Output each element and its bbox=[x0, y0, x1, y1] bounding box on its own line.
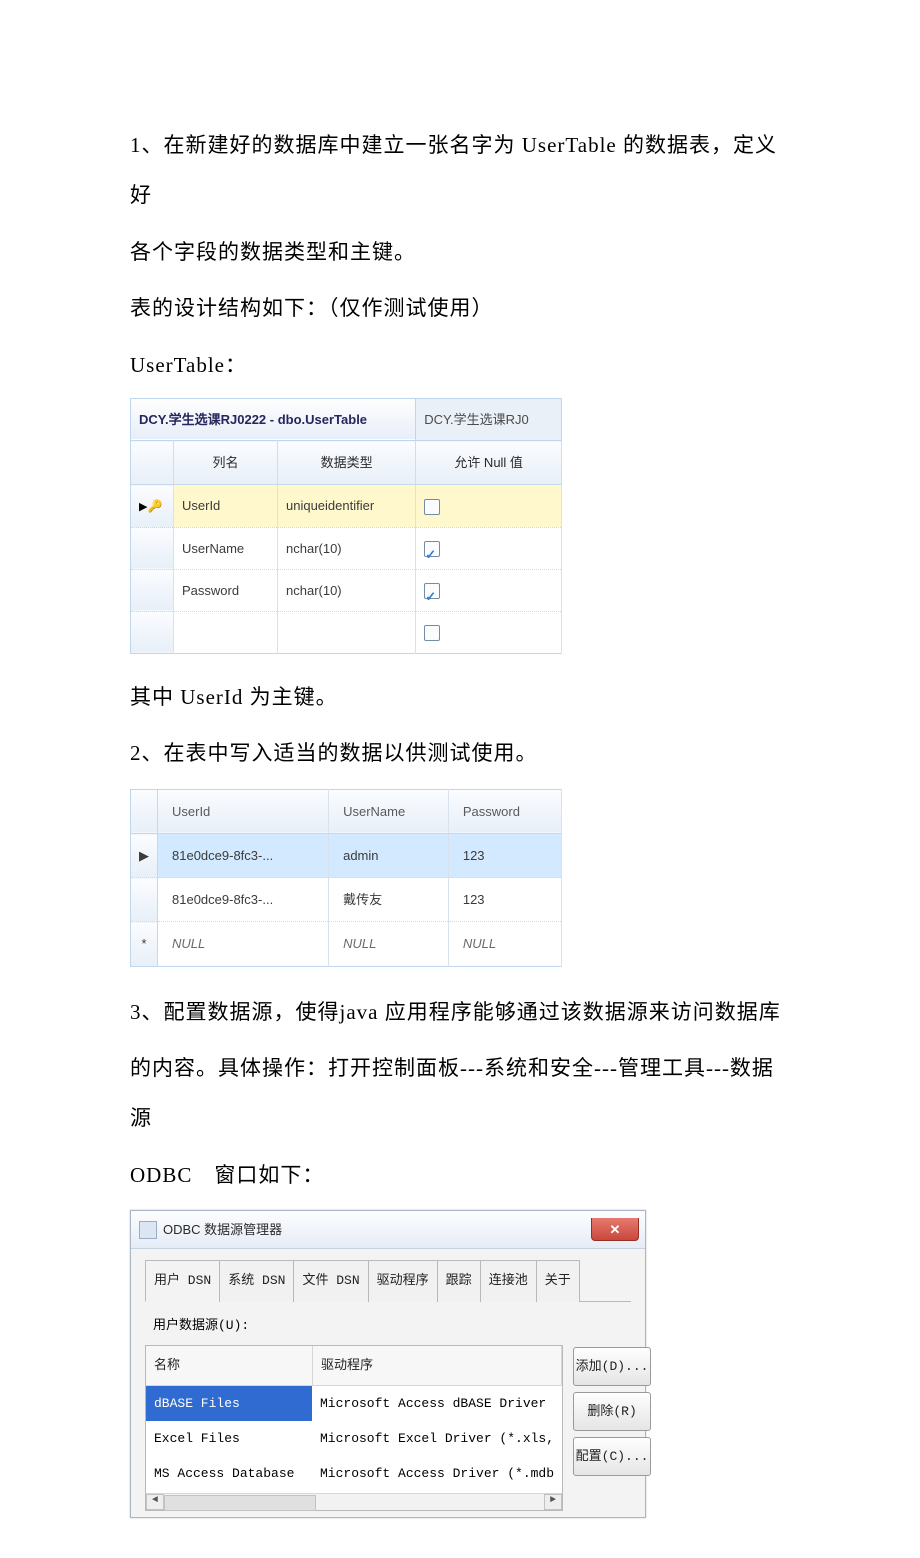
allow-null-checkbox[interactable] bbox=[424, 541, 440, 557]
table-row[interactable]: UserName nchar(10) bbox=[131, 527, 562, 569]
paragraph-6b: 的内容。具体操作：打开控制面板---系统和安全---管理工具---数据源 bbox=[130, 1043, 790, 1144]
paragraph-2: 表的设计结构如下：（仅作测试使用） bbox=[130, 283, 790, 333]
cell-driver: Microsoft Access Driver (*.mdb bbox=[312, 1456, 562, 1491]
col-name: 名称 bbox=[146, 1346, 313, 1385]
table-row[interactable]: 81e0dce9-8fc3-... 戴传友 123 bbox=[131, 878, 562, 922]
paragraph-3: UserTable： bbox=[130, 340, 790, 390]
odbc-app-icon bbox=[139, 1221, 157, 1239]
cell-name: dBASE Files bbox=[146, 1386, 312, 1421]
datasource-list[interactable]: 名称 驱动程序 dBASE Files Microsoft Access dBA… bbox=[145, 1345, 563, 1511]
data-table: UserId UserName Password ▶ 81e0dce9-8fc3… bbox=[130, 789, 562, 967]
col-userid: UserId bbox=[158, 789, 329, 833]
cell-type[interactable]: nchar(10) bbox=[278, 527, 416, 569]
tab-file-dsn[interactable]: 文件 DSN bbox=[293, 1260, 368, 1301]
col-password: Password bbox=[448, 789, 561, 833]
design-tab-active[interactable]: DCY.学生选课RJ0222 - dbo.UserTable bbox=[131, 398, 416, 440]
close-icon: ✕ bbox=[610, 1214, 621, 1245]
cell-password[interactable]: 123 bbox=[448, 878, 561, 922]
table-row[interactable]: Password nchar(10) bbox=[131, 569, 562, 611]
tab-drivers[interactable]: 驱动程序 bbox=[368, 1260, 438, 1301]
tab-system-dsn[interactable]: 系统 DSN bbox=[219, 1260, 294, 1301]
col-header-null: 允许 Null 值 bbox=[416, 441, 562, 485]
design-tab-inactive[interactable]: DCY.学生选课RJ0 bbox=[416, 398, 562, 440]
cell-name: Excel Files bbox=[146, 1421, 312, 1456]
scroll-right-icon[interactable]: ► bbox=[544, 1494, 562, 1510]
cell-userid[interactable]: NULL bbox=[158, 922, 329, 966]
col-header-type: 数据类型 bbox=[278, 441, 416, 485]
new-row-icon: * bbox=[131, 922, 158, 966]
table-row[interactable] bbox=[131, 611, 562, 653]
cell-driver: Microsoft Excel Driver (*.xls, bbox=[312, 1421, 562, 1456]
paragraph-1a: 1、在新建好的数据库中建立一张名字为 UserTable 的数据表，定义好 bbox=[130, 120, 790, 221]
col-header-name: 列名 bbox=[174, 441, 278, 485]
tab-about[interactable]: 关于 bbox=[536, 1260, 580, 1301]
config-button[interactable]: 配置(C)... bbox=[573, 1437, 651, 1476]
allow-null-checkbox[interactable] bbox=[424, 499, 440, 515]
list-item[interactable]: dBASE Files Microsoft Access dBASE Drive… bbox=[146, 1386, 562, 1421]
dialog-title: ODBC 数据源管理器 bbox=[163, 1214, 282, 1245]
tab-pool[interactable]: 连接池 bbox=[480, 1260, 537, 1301]
cell-username[interactable]: 戴传友 bbox=[329, 878, 449, 922]
cell-userid[interactable]: 81e0dce9-8fc3-... bbox=[158, 878, 329, 922]
table-row-new[interactable]: * NULL NULL NULL bbox=[131, 922, 562, 966]
row-selector-icon: ▶ bbox=[131, 834, 158, 878]
paragraph-5: 2、在表中写入适当的数据以供测试使用。 bbox=[130, 728, 790, 778]
cell-name[interactable]: Password bbox=[174, 569, 278, 611]
cell-type[interactable]: uniqueidentifier bbox=[278, 485, 416, 527]
paragraph-1b: 各个字段的数据类型和主键。 bbox=[130, 227, 790, 277]
cell-type[interactable]: nchar(10) bbox=[278, 569, 416, 611]
allow-null-checkbox[interactable] bbox=[424, 583, 440, 599]
close-button[interactable]: ✕ bbox=[591, 1218, 639, 1241]
horizontal-scrollbar[interactable]: ◄ ► bbox=[146, 1493, 562, 1510]
tab-strip: 用户 DSN 系统 DSN 文件 DSN 驱动程序 跟踪 连接池 关于 bbox=[145, 1259, 631, 1301]
paragraph-6c: ODBC 窗口如下： bbox=[130, 1150, 790, 1200]
table-row[interactable]: ▶🔑 UserId uniqueidentifier bbox=[131, 485, 562, 527]
design-table: DCY.学生选课RJ0222 - dbo.UserTable DCY.学生选课R… bbox=[130, 398, 562, 654]
cell-name[interactable]: UserName bbox=[174, 527, 278, 569]
cell-name[interactable]: UserId bbox=[174, 485, 278, 527]
allow-null-checkbox[interactable] bbox=[424, 625, 440, 641]
scroll-thumb[interactable] bbox=[164, 1495, 316, 1511]
cell-userid[interactable]: 81e0dce9-8fc3-... bbox=[158, 834, 329, 878]
cell-driver: Microsoft Access dBASE Driver bbox=[312, 1386, 562, 1421]
tab-trace[interactable]: 跟踪 bbox=[437, 1260, 481, 1301]
add-button[interactable]: 添加(D)... bbox=[573, 1347, 651, 1386]
cell-password[interactable]: 123 bbox=[448, 834, 561, 878]
table-row[interactable]: ▶ 81e0dce9-8fc3-... admin 123 bbox=[131, 834, 562, 878]
col-driver: 驱动程序 bbox=[313, 1346, 562, 1385]
cell-username[interactable]: admin bbox=[329, 834, 449, 878]
cell-username[interactable]: NULL bbox=[329, 922, 449, 966]
paragraph-4: 其中 UserId 为主键。 bbox=[130, 672, 790, 722]
user-datasources-label: 用户数据源(U): bbox=[153, 1310, 631, 1341]
tab-user-dsn[interactable]: 用户 DSN bbox=[145, 1260, 220, 1301]
list-item[interactable]: MS Access Database Microsoft Access Driv… bbox=[146, 1456, 562, 1491]
scroll-left-icon[interactable]: ◄ bbox=[146, 1494, 164, 1510]
primary-key-icon: ▶🔑 bbox=[139, 499, 162, 513]
remove-button[interactable]: 删除(R) bbox=[573, 1392, 651, 1431]
col-username: UserName bbox=[329, 789, 449, 833]
odbc-dialog: ODBC 数据源管理器 ✕ 用户 DSN 系统 DSN 文件 DSN 驱动程序 … bbox=[130, 1210, 646, 1518]
cell-name: MS Access Database bbox=[146, 1456, 312, 1491]
list-item[interactable]: Excel Files Microsoft Excel Driver (*.xl… bbox=[146, 1421, 562, 1456]
cell-password[interactable]: NULL bbox=[448, 922, 561, 966]
paragraph-6a: 3、配置数据源，使得java 应用程序能够通过该数据源来访问数据库 bbox=[130, 987, 790, 1037]
